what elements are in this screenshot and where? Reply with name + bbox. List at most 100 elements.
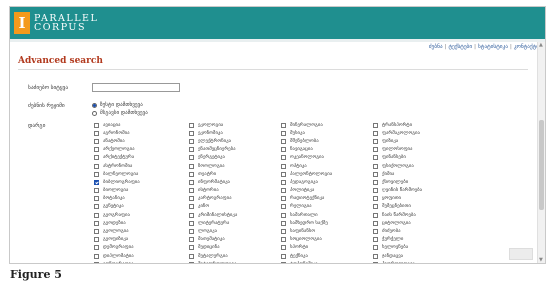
domain-option[interactable]: მეტეოროლოგია: [189, 260, 281, 263]
domain-option[interactable]: ფინანსები: [373, 154, 465, 162]
domain-option[interactable]: ანატომია: [94, 137, 189, 145]
nav-link-search[interactable]: ძებნა: [429, 44, 443, 50]
domain-checkbox[interactable]: [373, 196, 378, 202]
domain-option[interactable]: არქიტექტურა: [94, 154, 189, 162]
vertical-scrollbar[interactable]: ▲ ▼: [537, 42, 545, 263]
radio-exact[interactable]: [92, 102, 97, 108]
domain-option[interactable]: სამხედრო საქმე: [281, 219, 373, 227]
domain-option[interactable]: ჯანდაცვა: [373, 252, 465, 260]
domain-option[interactable]: საფინანსო: [281, 227, 373, 235]
domain-checkbox[interactable]: [94, 245, 99, 251]
domain-option[interactable]: არქეოლოგია: [94, 146, 189, 154]
domain-option[interactable]: ეკოლოგია: [189, 121, 281, 129]
domain-option[interactable]: პალეონტოლოგია: [281, 170, 373, 178]
domain-option[interactable]: ბიოლოგია: [94, 187, 189, 195]
logo[interactable]: I PARALLEL CORPUS: [14, 12, 98, 34]
domain-checkbox[interactable]: [94, 163, 99, 169]
domain-option[interactable]: ციტოლოგია: [373, 219, 465, 227]
nav-link-stats[interactable]: სტატისტიკა: [478, 44, 508, 50]
domain-checkbox[interactable]: [281, 261, 286, 263]
domain-option[interactable]: თეატრი: [189, 170, 281, 178]
domain-option[interactable]: ტრანსპორტი: [373, 121, 465, 129]
domain-option[interactable]: კინო: [189, 203, 281, 211]
domain-option[interactable]: ენერგეტიკა: [189, 154, 281, 162]
search-input[interactable]: [92, 83, 180, 92]
scroll-up-icon[interactable]: ▲: [539, 42, 543, 48]
domain-checkbox[interactable]: [189, 171, 194, 177]
domain-option[interactable]: რელიგია: [281, 203, 373, 211]
domain-checkbox[interactable]: [281, 204, 286, 210]
domain-option[interactable]: დემოგრაფია: [94, 244, 189, 252]
domain-option[interactable]: გეოფიზიკა: [94, 236, 189, 244]
domain-option[interactable]: სპორტი: [281, 244, 373, 252]
domain-option[interactable]: გეოლოგია: [94, 227, 189, 235]
domain-option[interactable]: ჭურჭელი: [373, 236, 465, 244]
domain-option[interactable]: აგრონომია: [94, 129, 189, 137]
domain-checkbox[interactable]: [281, 155, 286, 161]
domain-checkbox[interactable]: [189, 163, 194, 169]
domain-checkbox[interactable]: [373, 171, 378, 177]
domain-checkbox[interactable]: [189, 237, 194, 243]
domain-option[interactable]: ავიაცია: [94, 121, 189, 129]
domain-checkbox[interactable]: [373, 179, 378, 185]
domain-checkbox[interactable]: [94, 237, 99, 243]
domain-checkbox[interactable]: [94, 253, 99, 259]
domain-option[interactable]: სამართალი: [281, 211, 373, 219]
domain-checkbox[interactable]: [189, 122, 194, 128]
domain-checkbox[interactable]: [94, 204, 99, 210]
domain-checkbox[interactable]: [189, 261, 194, 263]
domain-option[interactable]: ტექნიკა: [281, 252, 373, 260]
domain-option[interactable]: ლოგიკა: [189, 227, 281, 235]
domain-checkbox[interactable]: [373, 245, 378, 251]
domain-checkbox[interactable]: [281, 138, 286, 144]
domain-option[interactable]: ზოოლოგია: [189, 162, 281, 170]
domain-option[interactable]: პედაგოგიკა: [281, 178, 373, 186]
domain-checkbox[interactable]: [189, 147, 194, 153]
domain-option[interactable]: ასტრონომია: [94, 162, 189, 170]
domain-option[interactable]: ფსიქოლოგია: [373, 162, 465, 170]
domain-checkbox[interactable]: [189, 196, 194, 202]
domain-option[interactable]: ხელოვნება: [373, 244, 465, 252]
domain-checkbox[interactable]: [94, 188, 99, 194]
domain-checkbox[interactable]: [373, 188, 378, 194]
domain-checkbox[interactable]: [94, 138, 99, 144]
domain-option[interactable]: ბიბლიოგრაფია: [94, 178, 189, 186]
domain-checkbox[interactable]: [373, 229, 378, 235]
domain-option[interactable]: ქიმია: [373, 170, 465, 178]
domain-option[interactable]: ღვინის წარმოება: [373, 187, 465, 195]
scroll-down-icon[interactable]: ▼: [539, 257, 543, 263]
domain-option[interactable]: ფიზიკა: [373, 137, 465, 145]
domain-checkbox[interactable]: [189, 212, 194, 218]
domain-option[interactable]: ბალნეოლოგია: [94, 170, 189, 178]
domain-option[interactable]: პოლიტიკა: [281, 187, 373, 195]
domain-checkbox[interactable]: [281, 237, 286, 243]
domain-option[interactable]: ისტორია: [189, 187, 281, 195]
domain-checkbox[interactable]: [189, 130, 194, 136]
domain-checkbox[interactable]: [189, 245, 194, 251]
domain-checkbox[interactable]: [281, 130, 286, 136]
domain-checkbox[interactable]: [94, 179, 99, 185]
domain-checkbox[interactable]: [281, 122, 286, 128]
domain-checkbox[interactable]: [373, 138, 378, 144]
domain-checkbox[interactable]: [94, 130, 99, 136]
domain-checkbox[interactable]: [281, 179, 286, 185]
domain-checkbox[interactable]: [189, 253, 194, 259]
domain-option[interactable]: მათემატიკა: [189, 236, 281, 244]
nav-link-texts[interactable]: ტექსტები: [448, 44, 472, 50]
domain-checkbox[interactable]: [281, 229, 286, 235]
domain-option[interactable]: ფარმაკოლოგია: [373, 129, 465, 137]
domain-option[interactable]: ძიძეობა: [373, 227, 465, 235]
domain-option[interactable]: ჰიდროლოგია: [373, 260, 465, 263]
domain-option[interactable]: ფილოსოფია: [373, 146, 465, 154]
domain-option[interactable]: ქსოვილები: [373, 178, 465, 186]
domain-checkbox[interactable]: [94, 155, 99, 161]
domain-checkbox[interactable]: [189, 204, 194, 210]
nav-link-contact[interactable]: კონტაქტი: [514, 44, 539, 50]
domain-checkbox[interactable]: [281, 253, 286, 259]
domain-checkbox[interactable]: [94, 147, 99, 153]
mode-option-similar[interactable]: მსგავსი დამთხვევა: [92, 110, 148, 116]
domain-checkbox[interactable]: [373, 130, 378, 136]
domain-option[interactable]: დიპლომატია: [94, 252, 189, 260]
domain-checkbox[interactable]: [189, 188, 194, 194]
domain-option[interactable]: ჩაის წარმოება: [373, 211, 465, 219]
